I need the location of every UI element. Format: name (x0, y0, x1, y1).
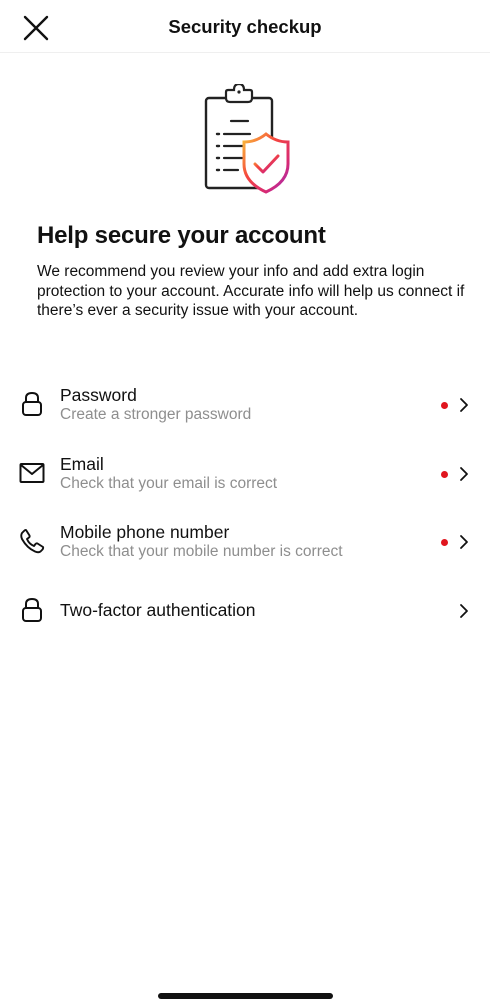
section-heading: Help secure your account (37, 222, 326, 249)
list-item-mobile-phone[interactable]: Mobile phone number Check that your mobi… (0, 507, 490, 576)
item-title: Password (60, 385, 137, 405)
alert-dot (441, 539, 448, 546)
item-subtitle: Check that your mobile number is correct (60, 543, 343, 560)
chevron-right-icon (456, 533, 472, 551)
chevron-right-icon (456, 465, 472, 483)
chevron-right-icon (456, 396, 472, 414)
chevron-right-icon (456, 602, 472, 620)
phone-icon (16, 525, 48, 557)
envelope-icon (16, 457, 48, 489)
list-item-email[interactable]: Email Check that your email is correct (0, 439, 490, 508)
page-title: Security checkup (168, 16, 322, 37)
item-subtitle: Create a stronger password (60, 406, 252, 423)
alert-dot (441, 402, 448, 409)
list-item-two-factor-authentication[interactable]: Two-factor authentication (0, 576, 490, 645)
clipboard-shield-check-illustration (204, 84, 290, 194)
lock-icon (16, 388, 48, 420)
item-subtitle: Check that your email is correct (60, 474, 278, 492)
item-title: Two-factor authentication (60, 599, 256, 620)
lock-icon (16, 594, 48, 626)
header-bar: Security checkup (0, 0, 490, 53)
home-indicator[interactable] (158, 993, 333, 999)
item-title: Email (60, 453, 104, 474)
alert-dot (441, 470, 448, 478)
security-items-list: Password Create a stronger password Emai… (0, 370, 490, 644)
list-item-password[interactable]: Password Create a stronger password (0, 370, 490, 439)
section-description: We recommend you review your info and ad… (37, 263, 465, 319)
item-title: Mobile phone number (60, 522, 230, 542)
